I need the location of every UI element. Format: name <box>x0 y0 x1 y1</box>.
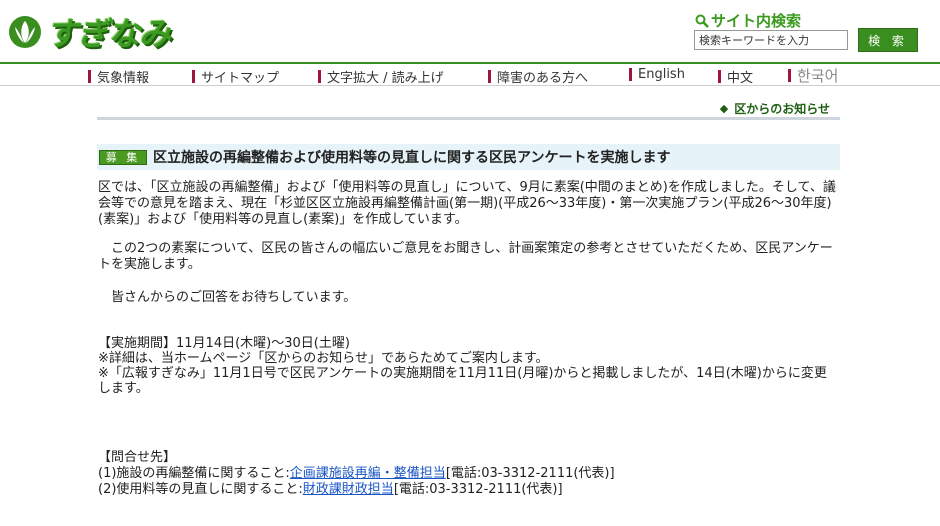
contact-facilities-phone: [電話:03-3312-2111(代表)] <box>445 466 615 481</box>
contact-row-fees: (2)使用料等の見直しに関すること:財政課財政担当[電話:03-3312-211… <box>98 482 836 498</box>
site-search-heading-label: サイト内検索 <box>711 12 802 30</box>
nav-item-label: サイトマップ <box>201 71 280 86</box>
nav-item-label: 気象情報 <box>97 71 150 86</box>
contact-heading: 【問合せ先】 <box>98 450 177 465</box>
nav-item-english[interactable]: English <box>629 67 685 82</box>
contact-facilities-link[interactable]: 企画課施設再編・整備担当 <box>290 466 446 481</box>
search-input[interactable] <box>694 30 848 50</box>
nav-item-label: 文字拡大 / 読み上げ <box>327 71 444 86</box>
article-title: 区立施設の再編整備および使用料等の見直しに関する区民アンケートを実施します <box>153 150 671 166</box>
contact-row-facilities: (1)施設の再編整備に関すること:企画課施設再編・整備担当[電話:03-3312… <box>98 466 836 482</box>
nav-item-sitemap[interactable]: サイトマップ <box>192 67 279 86</box>
nav-item-korean[interactable]: 한국어 <box>788 65 838 86</box>
section-link-label: 区からのお知らせ <box>734 102 830 116</box>
survey-note-correction: ※「広報すぎなみ」11月1日号で区民アンケートの実施期間を11月11日(月曜)か… <box>98 366 827 396</box>
site-header: すぎなみ サイト内検索 検 索 <box>0 0 940 62</box>
section-link-notices[interactable]: ◆ 区からのお知らせ <box>720 100 830 117</box>
contact-fees-phone: [電話:03-3312-2111(代表)] <box>393 482 563 497</box>
survey-period: 【実施期間】11月14日(木曜)～30日(土曜) <box>98 336 350 351</box>
leaf-logo-icon <box>9 16 41 48</box>
nav-item-chinese[interactable]: 中文 <box>718 67 753 86</box>
nav-item-label: 한국어 <box>797 67 839 85</box>
section-header: ◆ 区からのお知らせ <box>97 98 840 120</box>
nav-item-text-size[interactable]: 文字拡大 / 読み上げ <box>318 67 444 86</box>
article-title-bar: 募 集 区立施設の再編整備および使用料等の見直しに関する区民アンケートを実施しま… <box>97 144 840 170</box>
contact-block: 【問合せ先】 (1)施設の再編整備に関すること:企画課施設再編・整備担当[電話:… <box>98 450 836 498</box>
article-paragraph-purpose: この2つの素案について、区民の皆さんの幅広いご意見をお聞きし、計画案策定の参考と… <box>98 241 833 272</box>
nav-marker <box>88 70 91 83</box>
search-icon <box>695 14 709 28</box>
nav-item-label: English <box>638 67 685 82</box>
nav-item-accessibility[interactable]: 障害のある方へ <box>488 67 588 86</box>
nav-marker <box>318 70 321 83</box>
article-paragraph-intro: 区では、「区立施設の再編整備」および「使用料等の見直し」について、9月に素案(中… <box>98 180 836 227</box>
search-button[interactable]: 検 索 <box>858 28 918 52</box>
diamond-bullet-icon: ◆ <box>719 102 729 115</box>
contact-fees-link[interactable]: 財政課財政担当 <box>303 482 394 497</box>
nav-item-label: 中文 <box>727 71 754 86</box>
utility-nav: 気象情報 サイトマップ 文字拡大 / 読み上げ 障害のある方へ English … <box>0 62 940 86</box>
nav-item-label: 障害のある方へ <box>497 71 589 86</box>
nav-marker <box>488 70 491 83</box>
contact-facilities-prefix: (1)施設の再編整備に関すること: <box>98 466 290 481</box>
site-logo[interactable]: すぎなみ <box>8 6 176 58</box>
logo-wordmark: すぎなみ <box>46 15 171 53</box>
article-paragraph-closing: 皆さんからのご回答をお待ちしています。 <box>98 290 357 305</box>
nav-marker <box>788 69 791 82</box>
nav-marker <box>718 70 721 83</box>
survey-note-details: ※詳細は、当ホームページ「区からのお知らせ」であらためてご案内します。 <box>98 351 549 366</box>
contact-fees-prefix: (2)使用料等の見直しに関すること: <box>98 482 303 497</box>
survey-period-block: 【実施期間】11月14日(木曜)～30日(土曜) ※詳細は、当ホームページ「区か… <box>98 336 836 396</box>
nav-item-weather[interactable]: 気象情報 <box>88 67 149 86</box>
site-search-heading: サイト内検索 <box>695 10 801 31</box>
nav-marker <box>192 70 195 83</box>
recruitment-badge: 募 集 <box>99 149 147 165</box>
nav-marker <box>629 68 632 81</box>
